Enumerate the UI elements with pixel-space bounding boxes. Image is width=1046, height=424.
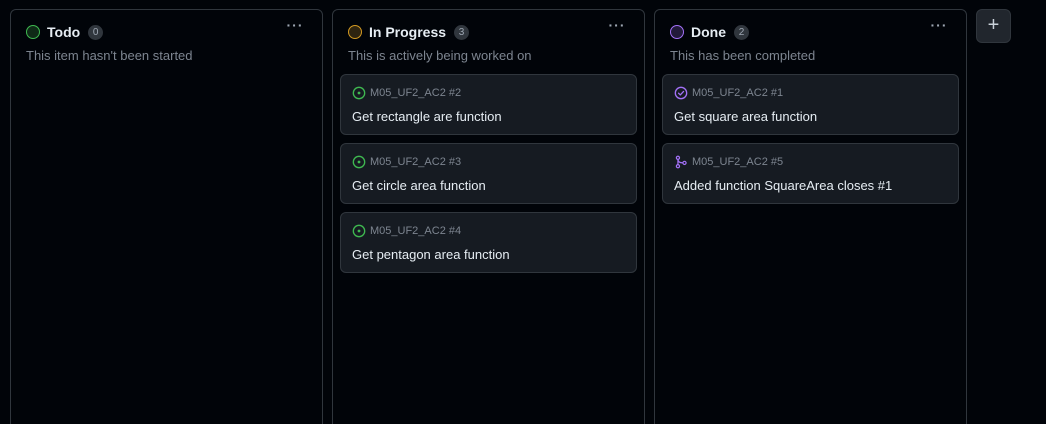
pull-request-title: Added function SquareArea closes #1 bbox=[674, 178, 893, 193]
project-board: Todo 0 ··· This item hasn't been started… bbox=[0, 0, 1046, 424]
column-header: Todo 0 bbox=[26, 23, 104, 41]
issue-title: Get rectangle are function bbox=[352, 109, 502, 124]
issue-card[interactable]: M05_UF2_AC2 #4 Get pentagon area functio… bbox=[340, 212, 637, 273]
column-header: Done 2 bbox=[670, 23, 749, 41]
status-circle-icon bbox=[26, 25, 40, 39]
issue-reference: M05_UF2_AC2 #2 bbox=[370, 87, 462, 99]
issue-card[interactable]: M05_UF2_AC2 #1 Get square area function bbox=[662, 74, 959, 135]
column-menu-button[interactable]: ··· bbox=[926, 18, 952, 38]
column-menu-button[interactable]: ··· bbox=[282, 18, 308, 38]
issue-closed-icon bbox=[674, 86, 688, 100]
column-done: Done 2 ··· This has been completed M05_U… bbox=[654, 9, 967, 424]
item-count-badge: 0 bbox=[88, 24, 104, 40]
issue-reference: M05_UF2_AC2 #1 bbox=[692, 87, 784, 99]
column-title: In Progress bbox=[369, 24, 447, 40]
issue-open-icon bbox=[352, 224, 366, 238]
item-count-badge: 3 bbox=[454, 24, 470, 40]
column-in-progress: In Progress 3 ··· This is actively being… bbox=[332, 9, 645, 424]
issue-title: Get pentagon area function bbox=[352, 247, 510, 262]
column-menu-button[interactable]: ··· bbox=[604, 18, 630, 38]
card-meta: M05_UF2_AC2 #2 bbox=[352, 86, 461, 100]
pull-request-card[interactable]: M05_UF2_AC2 #5 Added function SquareArea… bbox=[662, 143, 959, 204]
item-count-badge: 2 bbox=[734, 24, 749, 40]
issue-open-icon bbox=[352, 86, 366, 100]
column-header: In Progress 3 bbox=[348, 23, 470, 41]
status-circle-icon bbox=[670, 25, 684, 39]
issue-card[interactable]: M05_UF2_AC2 #3 Get circle area function bbox=[340, 143, 637, 204]
column-todo: Todo 0 ··· This item hasn't been started bbox=[10, 9, 323, 424]
add-column-button[interactable]: + bbox=[976, 9, 1011, 43]
pull-request-reference: M05_UF2_AC2 #5 bbox=[692, 156, 784, 168]
issue-card[interactable]: M05_UF2_AC2 #2 Get rectangle are functio… bbox=[340, 74, 637, 135]
issue-reference: M05_UF2_AC2 #3 bbox=[370, 156, 462, 168]
column-description: This has been completed bbox=[670, 48, 816, 63]
column-description: This item hasn't been started bbox=[26, 48, 193, 63]
column-title: Done bbox=[691, 24, 726, 40]
status-circle-icon bbox=[348, 25, 362, 39]
issue-title: Get square area function bbox=[674, 109, 818, 124]
card-meta: M05_UF2_AC2 #3 bbox=[352, 155, 461, 169]
column-title: Todo bbox=[47, 24, 81, 40]
issue-title: Get circle area function bbox=[352, 178, 486, 193]
issue-reference: M05_UF2_AC2 #4 bbox=[370, 225, 462, 237]
column-description: This is actively being worked on bbox=[348, 48, 532, 63]
card-meta: M05_UF2_AC2 #5 bbox=[674, 155, 783, 169]
card-meta: M05_UF2_AC2 #1 bbox=[674, 86, 783, 100]
pull-request-merged-icon bbox=[675, 155, 687, 169]
issue-open-icon bbox=[352, 155, 366, 169]
card-meta: M05_UF2_AC2 #4 bbox=[352, 224, 461, 238]
